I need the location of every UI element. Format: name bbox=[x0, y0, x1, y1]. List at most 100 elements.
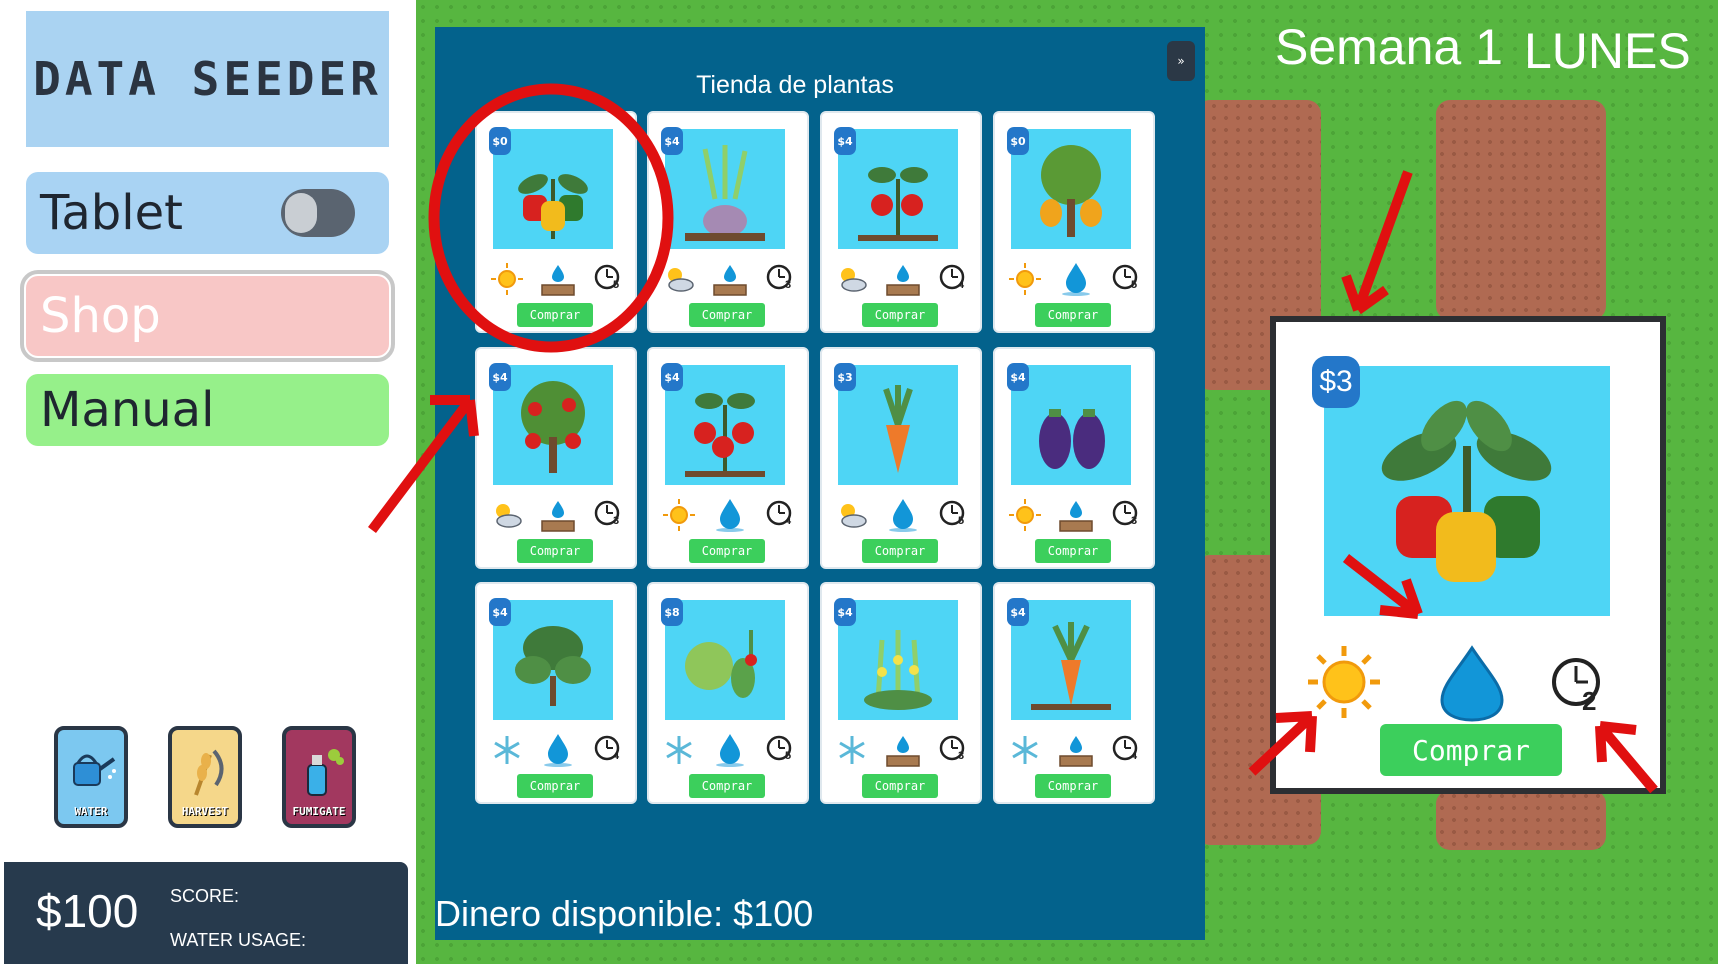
plant-image bbox=[493, 129, 613, 249]
zoomed-price-badge: $3 bbox=[1312, 356, 1360, 408]
clock-icon bbox=[594, 500, 620, 526]
watering-can-icon bbox=[73, 754, 116, 786]
drops-icon bbox=[889, 499, 917, 532]
plant-image bbox=[665, 129, 785, 249]
buy-button[interactable]: Comprar bbox=[517, 774, 593, 798]
plant-image bbox=[1011, 365, 1131, 485]
carrot-plant-icon bbox=[883, 385, 913, 473]
buy-button[interactable]: Comprar bbox=[1035, 303, 1111, 327]
buy-button[interactable]: Comprar bbox=[517, 539, 593, 563]
buy-button[interactable]: Comprar bbox=[517, 303, 593, 327]
growth-time: 4 bbox=[763, 497, 799, 533]
plant-card[interactable]: $8 5 Comprar bbox=[647, 582, 809, 804]
growth-days: 3 bbox=[1131, 515, 1138, 527]
clock-icon bbox=[766, 735, 792, 761]
tomato-plant-icon bbox=[685, 393, 765, 477]
shop-button[interactable]: Shop bbox=[20, 270, 395, 362]
growth-days: 3 bbox=[958, 750, 965, 762]
tablet-label: Tablet bbox=[40, 185, 183, 241]
plant-card[interactable]: $0 5 Comprar bbox=[475, 111, 637, 333]
week-title: Semana 1 bbox=[1275, 19, 1503, 75]
fumigate-tool-button[interactable]: FUMIGATE bbox=[282, 726, 356, 828]
plant-image bbox=[665, 365, 785, 485]
plant-card[interactable]: $4 4 Comprar bbox=[475, 582, 637, 804]
soil-plot[interactable] bbox=[1436, 100, 1606, 320]
growth-days: 3 bbox=[785, 279, 792, 291]
plant-attributes: 5 bbox=[834, 497, 972, 533]
plant-attributes: 4 bbox=[834, 261, 972, 297]
plant-card[interactable]: $4 4 Comprar bbox=[647, 347, 809, 569]
sun-cloud-icon bbox=[841, 504, 867, 528]
tablet-switch[interactable] bbox=[281, 189, 355, 237]
harvest-tool-button[interactable]: HARVEST bbox=[168, 726, 242, 828]
price-badge: $0 bbox=[1007, 127, 1029, 155]
sun-cloud-icon bbox=[496, 504, 522, 528]
growth-time: 5 bbox=[936, 497, 972, 533]
growth-time: 3 bbox=[763, 261, 799, 297]
plant-image bbox=[493, 365, 613, 485]
buy-button[interactable]: Comprar bbox=[862, 539, 938, 563]
price-badge: $4 bbox=[1007, 363, 1029, 391]
orange-tree-plant-icon bbox=[1040, 145, 1102, 237]
growth-days: 4 bbox=[613, 750, 620, 762]
buy-button[interactable]: Comprar bbox=[1035, 774, 1111, 798]
close-shop-button[interactable]: » bbox=[1167, 41, 1195, 81]
plant-attributes: 4 bbox=[661, 497, 799, 533]
water-usage-label: WATER USAGE: bbox=[170, 930, 307, 950]
tablet-toggle-button[interactable]: Tablet bbox=[26, 172, 389, 254]
clock-icon bbox=[1112, 735, 1138, 761]
clock-icon bbox=[1112, 500, 1138, 526]
growth-days: 4 bbox=[785, 515, 792, 527]
plant-attributes: 3 bbox=[834, 732, 972, 768]
sun-cloud-icon bbox=[841, 268, 867, 292]
snow-icon bbox=[666, 736, 692, 764]
soil-drop-icon bbox=[541, 501, 575, 532]
water-tool-button[interactable]: WATER bbox=[54, 726, 128, 828]
plant-card[interactable]: $4 4 Comprar bbox=[993, 582, 1155, 804]
growth-time: 3 bbox=[591, 497, 627, 533]
basil-plant-icon bbox=[515, 626, 591, 706]
buy-button[interactable]: Comprar bbox=[1035, 539, 1111, 563]
growth-time: 3 bbox=[936, 732, 972, 768]
day-title: LUNES bbox=[1524, 23, 1691, 79]
manual-button[interactable]: Manual bbox=[26, 374, 389, 446]
buy-button[interactable]: Comprar bbox=[689, 539, 765, 563]
plant-card[interactable]: $3 5 Comprar bbox=[820, 347, 982, 569]
plant-attributes: 4 bbox=[1007, 732, 1145, 768]
price-badge: $4 bbox=[489, 363, 511, 391]
pepper-plant-icon bbox=[518, 174, 588, 239]
plant-card[interactable]: $4 4 Comprar bbox=[820, 111, 982, 333]
plant-card[interactable]: $4 3 Comprar bbox=[647, 111, 809, 333]
buy-button[interactable]: Comprar bbox=[862, 774, 938, 798]
clock-icon bbox=[939, 500, 965, 526]
growth-days: 5 bbox=[958, 515, 965, 527]
sun-cloud-icon bbox=[668, 268, 694, 292]
soil-plot[interactable] bbox=[1436, 790, 1606, 850]
sun-icon bbox=[491, 263, 523, 295]
soil-drop-icon bbox=[713, 265, 747, 296]
spray-bottle-icon bbox=[307, 749, 344, 796]
plant-card[interactable]: $0 5 Comprar bbox=[993, 111, 1155, 333]
growth-time: 5 bbox=[1109, 261, 1145, 297]
snow-icon bbox=[839, 736, 865, 764]
plant-card[interactable]: $4 3 Comprar bbox=[820, 582, 982, 804]
buy-button[interactable]: Comprar bbox=[689, 774, 765, 798]
price-badge: $4 bbox=[1007, 598, 1029, 626]
fumigate-tool-label: FUMIGATE bbox=[292, 805, 346, 818]
sun-icon bbox=[1308, 646, 1380, 718]
zoomed-plant-image bbox=[1324, 366, 1610, 616]
zoomed-buy-button[interactable]: Comprar bbox=[1380, 724, 1562, 776]
soil-drop-icon bbox=[541, 265, 575, 296]
flower-plant-icon bbox=[864, 630, 932, 710]
clock-icon bbox=[939, 264, 965, 290]
plant-card[interactable]: $4 3 Comprar bbox=[475, 347, 637, 569]
buy-button[interactable]: Comprar bbox=[862, 303, 938, 327]
zoomed-attributes: 2 bbox=[1306, 642, 1636, 722]
growth-time: 3 bbox=[1109, 497, 1145, 533]
buy-button[interactable]: Comprar bbox=[689, 303, 765, 327]
wheat-sickle-icon bbox=[194, 749, 224, 796]
shop-label: Shop bbox=[40, 288, 161, 344]
plant-card[interactable]: $4 3 Comprar bbox=[993, 347, 1155, 569]
onion-plant-icon bbox=[685, 145, 765, 241]
growth-time: 5 bbox=[763, 732, 799, 768]
